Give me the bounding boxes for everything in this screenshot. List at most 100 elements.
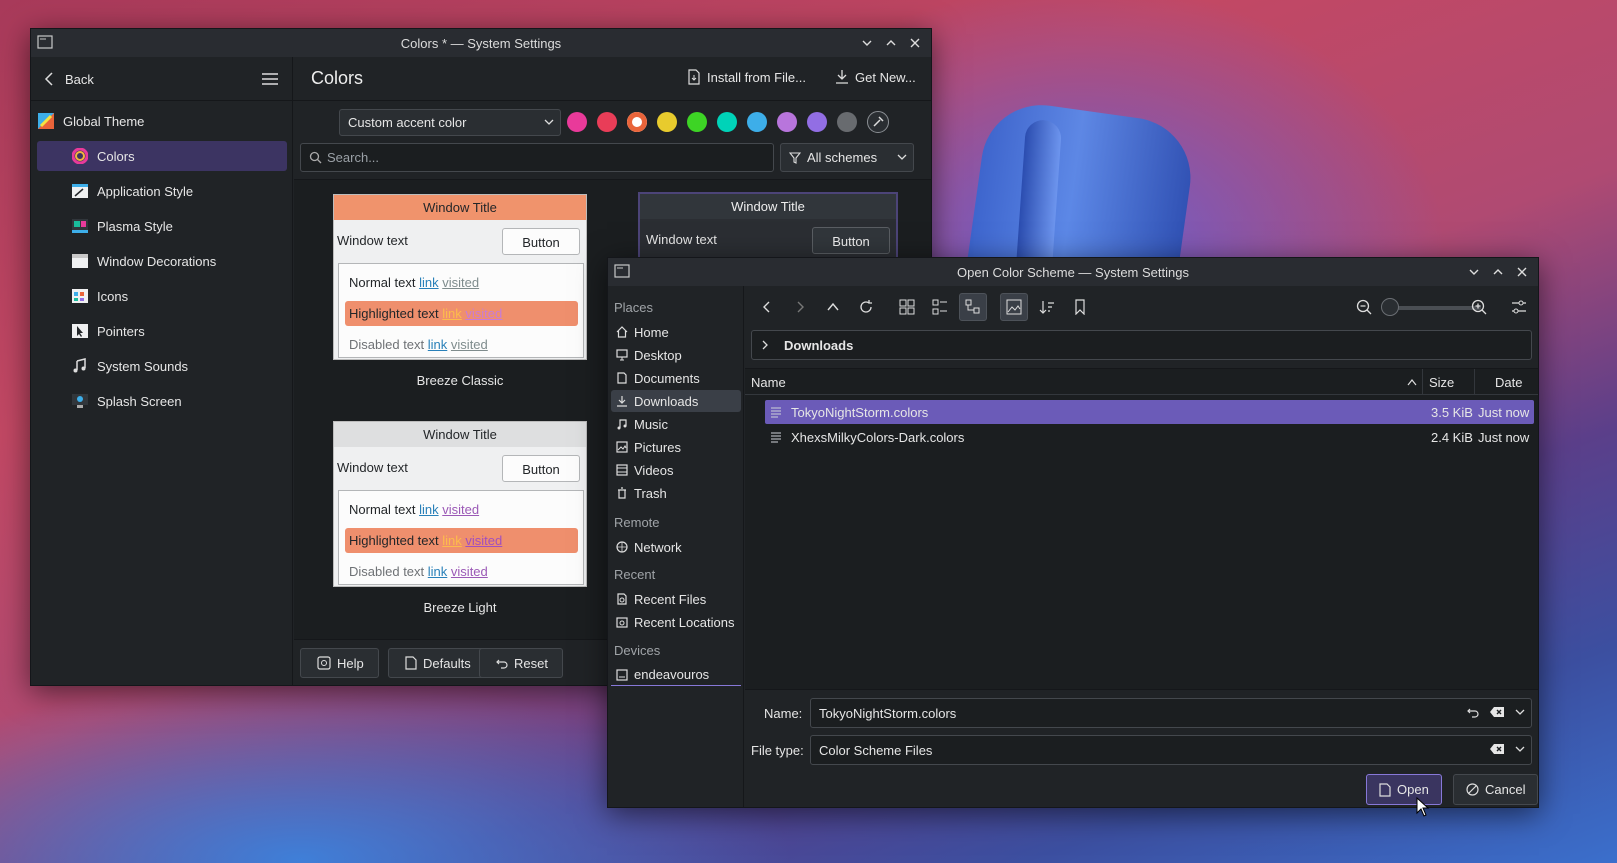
clear-text-icon[interactable]	[1489, 706, 1505, 718]
maximize-button[interactable]	[1488, 262, 1508, 282]
search-input[interactable]: Search...	[300, 143, 774, 172]
column-size[interactable]: Size	[1429, 375, 1454, 390]
filename-input[interactable]: TokyoNightStorm.colors	[810, 698, 1532, 728]
file-name: TokyoNightStorm.colors	[791, 405, 929, 420]
places-item-downloads[interactable]: Downloads	[611, 390, 741, 412]
back-button[interactable]: Back	[43, 67, 94, 91]
home-icon	[615, 325, 629, 339]
scheme-preview-breeze-classic[interactable]: Window Title Window text Button Normal t…	[333, 194, 587, 360]
chevron-up-icon	[886, 40, 896, 46]
install-from-file-button[interactable]: Install from File...	[687, 69, 806, 85]
hamburger-menu-icon[interactable]	[260, 69, 280, 89]
sidebar-item-icons[interactable]: Icons	[37, 281, 287, 311]
help-button[interactable]: Help	[300, 648, 379, 678]
accent-color-swatch[interactable]	[597, 112, 617, 132]
download-icon	[836, 70, 848, 84]
breadcrumb-current[interactable]: Downloads	[784, 338, 853, 353]
custom-color-picker-button[interactable]	[867, 111, 889, 133]
zoom-slider-handle[interactable]	[1381, 298, 1399, 316]
accent-color-swatch[interactable]	[807, 112, 827, 132]
tree-view-button[interactable]	[959, 293, 987, 321]
view-tree-icon	[965, 299, 980, 314]
accent-color-swatch[interactable]	[657, 112, 677, 132]
page-title: Colors	[311, 68, 364, 88]
sidebar-item-colors[interactable]: Colors	[37, 141, 287, 171]
compact-view-button[interactable]	[926, 293, 954, 321]
filetype-select[interactable]: Color Scheme Files	[810, 735, 1532, 765]
zoom-out-button[interactable]	[1350, 293, 1378, 321]
places-item-home[interactable]: Home	[611, 321, 741, 343]
back-nav-button[interactable]	[753, 293, 781, 321]
preview-disabled-line: Disabled text link visited	[349, 337, 488, 352]
sidebar-item-splash-screen[interactable]: Splash Screen	[37, 386, 287, 416]
accent-color-select[interactable]: Custom accent color	[339, 109, 561, 136]
places-item-recent-files[interactable]: Recent Files	[611, 588, 741, 610]
get-new-button[interactable]: Get New...	[835, 69, 916, 85]
global-theme-icon	[37, 112, 55, 130]
file-row-xhexsmilkycolors[interactable]: XhexsMilkyColors-Dark.colors 2.4 KiB Jus…	[765, 425, 1534, 449]
icons-view-button[interactable]	[893, 293, 921, 321]
minimize-button[interactable]	[857, 33, 877, 53]
up-nav-button[interactable]	[819, 293, 847, 321]
schemes-filter-select[interactable]: All schemes	[780, 143, 914, 172]
cancel-icon	[1466, 783, 1479, 796]
column-date[interactable]: Date	[1495, 375, 1522, 390]
accent-color-swatch[interactable]	[567, 112, 587, 132]
places-label: Trash	[634, 485, 667, 501]
file-date: Just now	[1478, 430, 1530, 445]
sidebar-item-global-theme[interactable]: Global Theme	[37, 106, 287, 136]
accent-color-swatch[interactable]	[687, 112, 707, 132]
reload-button[interactable]	[852, 293, 880, 321]
preview-disabled-line: Disabled text link visited	[349, 564, 488, 579]
places-item-desktop[interactable]: Desktop	[611, 344, 741, 366]
sidebar-item-window-decorations[interactable]: Window Decorations	[37, 246, 287, 276]
drive-icon	[615, 668, 629, 682]
accent-color-swatch[interactable]	[747, 112, 767, 132]
preview-toggle-button[interactable]	[1000, 293, 1028, 321]
sidebar-item-application-style[interactable]: Application Style	[37, 176, 287, 206]
file-list: Name Size Date TokyoNightStorm.colors 3.…	[745, 368, 1538, 690]
sidebar-item-pointers[interactable]: Pointers	[37, 316, 287, 346]
chevron-down-icon[interactable]	[1515, 707, 1525, 717]
close-button[interactable]	[905, 33, 925, 53]
places-item-pictures[interactable]: Pictures	[611, 436, 741, 458]
bookmark-button[interactable]	[1066, 293, 1094, 321]
file-row-tokyonightstorm[interactable]: TokyoNightStorm.colors 3.5 KiB Just now	[765, 400, 1534, 424]
cancel-button[interactable]: Cancel	[1453, 774, 1538, 805]
places-item-videos[interactable]: Videos	[611, 459, 741, 481]
clear-text-icon[interactable]	[1489, 743, 1505, 755]
places-item-documents[interactable]: Documents	[611, 367, 741, 389]
preview-visited: visited	[465, 533, 503, 548]
sidebar-item-system-sounds[interactable]: System Sounds	[37, 351, 287, 381]
scheme-preview-breeze-light[interactable]: Window Title Window text Button Normal t…	[333, 421, 587, 587]
defaults-button[interactable]: Defaults	[388, 648, 486, 678]
breadcrumb[interactable]: Downloads	[751, 330, 1532, 360]
open-button[interactable]: Open	[1366, 774, 1442, 805]
places-item-trash[interactable]: Trash	[611, 482, 741, 504]
preview-disabled-text: Disabled text	[349, 337, 425, 352]
reset-button[interactable]: Reset	[479, 648, 563, 678]
remote-header: Remote	[614, 515, 660, 530]
text-file-icon	[771, 432, 781, 443]
minimize-button[interactable]	[1464, 262, 1484, 282]
accent-color-swatch[interactable]	[837, 112, 857, 132]
zoom-in-button[interactable]	[1465, 293, 1493, 321]
close-button[interactable]	[1512, 262, 1532, 282]
column-name[interactable]: Name	[751, 375, 786, 390]
places-item-network[interactable]: Network	[611, 536, 741, 558]
sidebar-item-plasma-style[interactable]: Plasma Style	[37, 211, 287, 241]
accent-color-swatch[interactable]	[777, 112, 797, 132]
accent-color-swatch[interactable]	[627, 112, 647, 132]
accent-select-value: Custom accent color	[348, 115, 467, 130]
forward-nav-button[interactable]	[786, 293, 814, 321]
sort-button[interactable]	[1033, 293, 1061, 321]
chevron-down-icon[interactable]	[1515, 744, 1525, 754]
options-button[interactable]	[1505, 293, 1533, 321]
places-item-recent-locations[interactable]: Recent Locations	[611, 611, 741, 633]
places-item-endeavouros[interactable]: endeavouros	[611, 664, 741, 686]
preview-visited: visited	[442, 502, 480, 517]
accent-color-swatch[interactable]	[717, 112, 737, 132]
maximize-button[interactable]	[881, 33, 901, 53]
undo-icon[interactable]	[1467, 706, 1479, 718]
places-item-music[interactable]: Music	[611, 413, 741, 435]
